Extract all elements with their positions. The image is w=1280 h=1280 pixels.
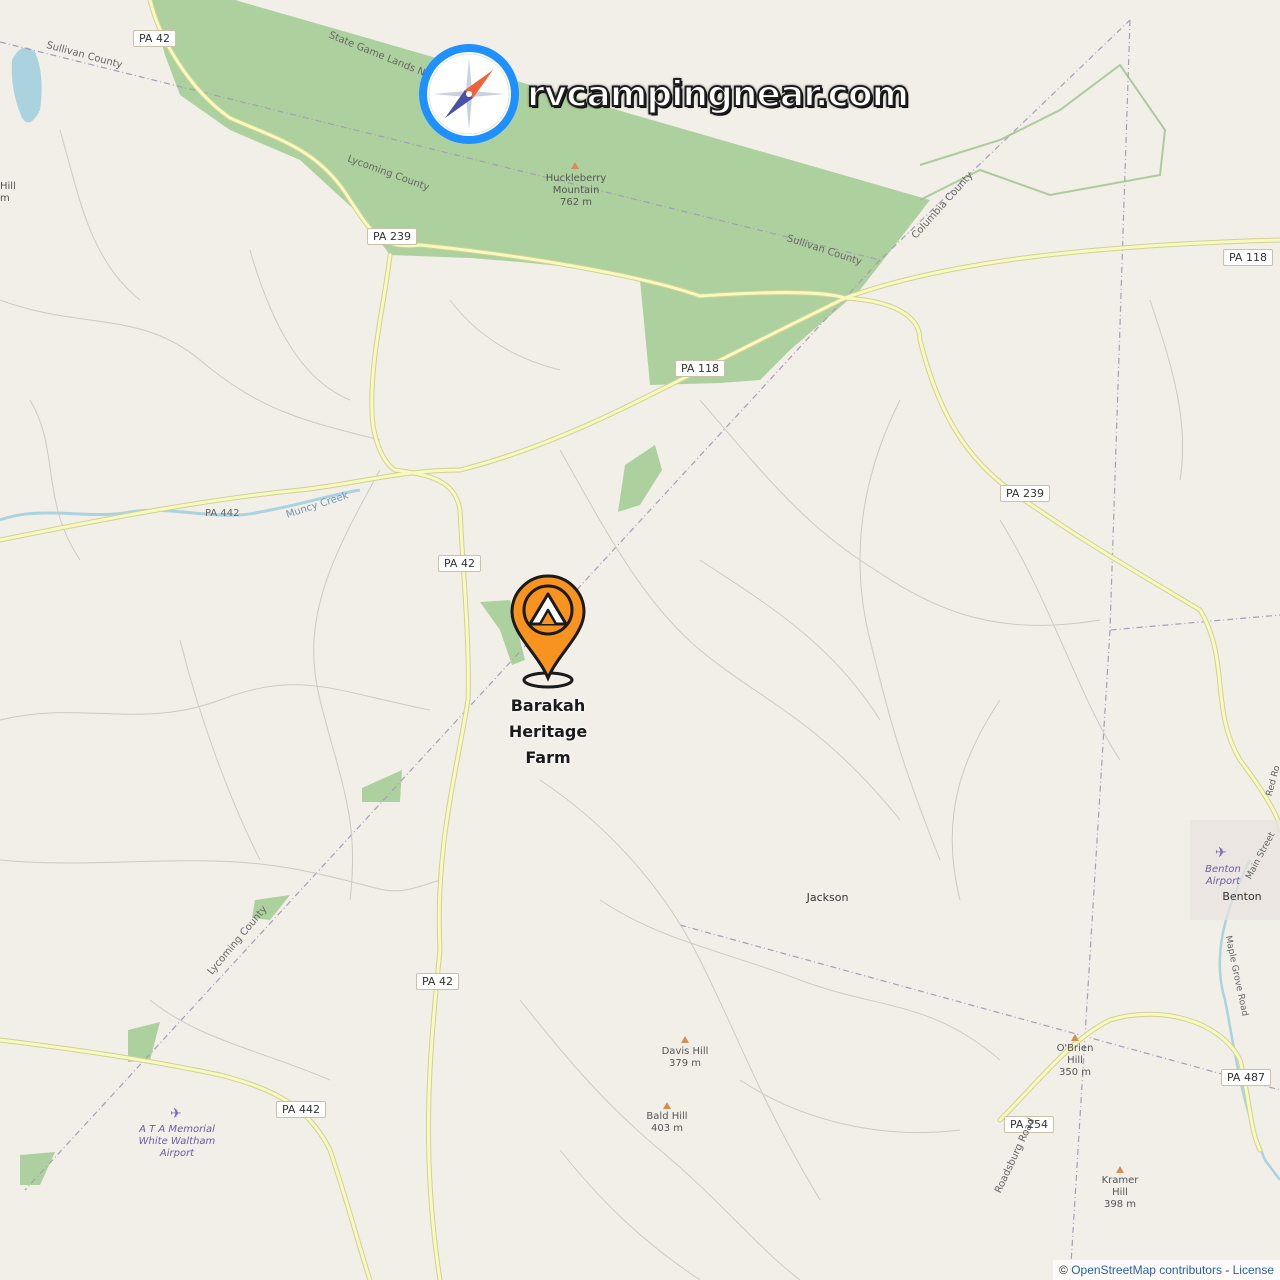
peak-elevation: 403 m [650, 1123, 683, 1134]
road-shield-pa-42: PA 42 [438, 555, 481, 572]
airport-label: Benton Airport [1205, 864, 1241, 887]
road-shield-pa-239: PA 239 [1000, 485, 1050, 502]
airport-icon: ✈ [1215, 845, 1227, 861]
peak-name: Kramer Hill [1101, 1175, 1139, 1198]
peak-elevation: 350 m [1058, 1067, 1091, 1078]
place-label-jackson: Jackson [806, 891, 849, 904]
peak-name: Davis Hill [661, 1046, 709, 1057]
airport-label: A T A Memorial White Waltham Airport [138, 1124, 216, 1159]
road-shield-pa-118: PA 118 [1223, 249, 1273, 266]
map-canvas[interactable]: PA 42 PA 239 PA 118 PA 239 PA 42 PA 42 P… [0, 0, 1280, 1280]
pa-442-partial-label: PA 442 [205, 508, 240, 519]
peak-icon [681, 1036, 689, 1043]
peak-icon [1071, 1034, 1079, 1041]
peak-elevation: 398 m [1103, 1199, 1136, 1210]
compass-icon [419, 44, 519, 144]
map-base-layer [0, 0, 1280, 1280]
brand-logo[interactable]: rvcampingnear.com [415, 40, 910, 148]
airport-icon: ✈ [170, 1106, 182, 1122]
peak-name: Huckleberry Mountain [545, 173, 607, 196]
road-shield-pa-442: PA 442 [276, 1101, 326, 1118]
road-shield-pa-42: PA 42 [416, 973, 459, 990]
copyright-symbol: © [1059, 1263, 1068, 1277]
place-label-benton: Benton [1222, 890, 1262, 903]
brand-text: rvcampingnear.com [526, 73, 910, 116]
peak-elevation: 379 m [668, 1058, 701, 1069]
license-link[interactable]: License [1233, 1263, 1274, 1277]
peak-icon [571, 162, 579, 169]
camp-tent-pin-icon[interactable] [508, 574, 588, 692]
osm-contributors-link[interactable]: OpenStreetMap contributors [1071, 1263, 1222, 1277]
peak-elevation: 762 m [559, 197, 592, 208]
hill-partial-elevation: m [0, 193, 10, 204]
peak-icon [663, 1102, 671, 1109]
peak-name: Bald Hill [646, 1111, 688, 1122]
road-shield-pa-118: PA 118 [675, 360, 725, 377]
map-attribution: © OpenStreetMap contributors - License [1053, 1260, 1280, 1280]
hill-partial-label: Hill [0, 181, 16, 192]
road-shield-pa-239: PA 239 [367, 228, 417, 245]
peak-icon [1116, 1166, 1124, 1173]
road-shield-pa-42: PA 42 [133, 30, 176, 47]
location-name-label: Barakah Heritage Farm [508, 696, 588, 767]
peak-name: O'Brien Hill [1056, 1043, 1094, 1066]
road-shield-pa-487: PA 487 [1221, 1069, 1271, 1086]
attribution-separator: - [1221, 1263, 1233, 1277]
